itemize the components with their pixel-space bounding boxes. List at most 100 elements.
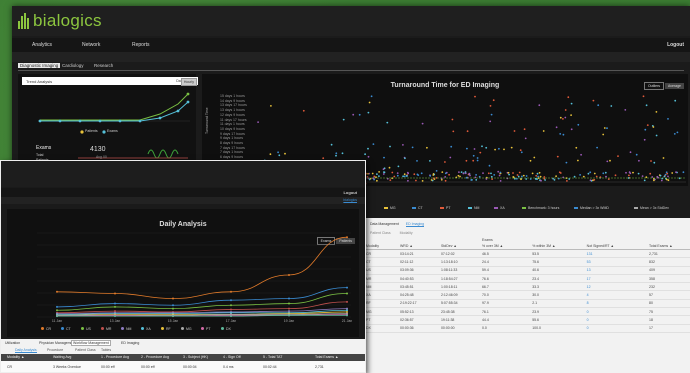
brand-logo[interactable]: bialogics xyxy=(18,11,102,31)
outlier-point xyxy=(512,172,514,174)
legend-swatch xyxy=(440,207,444,209)
table-filters: Patient Class Modality xyxy=(370,231,421,235)
legend-item[interactable]: CT xyxy=(418,206,423,210)
column-header[interactable]: 2 - Procedure Avg xyxy=(141,355,169,359)
column-header[interactable]: 4 - Sign Off xyxy=(223,355,241,359)
nav-network[interactable]: Network xyxy=(82,42,100,48)
table-cell[interactable]: 0 xyxy=(584,315,648,325)
tab-utilization[interactable]: Utilization xyxy=(5,341,20,345)
outlier-point xyxy=(536,172,539,175)
outlier-point xyxy=(544,179,546,181)
table-cell[interactable]: 0 xyxy=(584,307,648,317)
table-row[interactable]: MR 04:40:53 1:18:54:27 76.6 23.4 17 358 xyxy=(364,274,690,284)
table-cell[interactable]: 53 xyxy=(584,257,648,267)
table-cell: 76.1 xyxy=(479,307,531,317)
table-cell[interactable]: 8 xyxy=(584,299,648,309)
table-cell[interactable]: 131 xyxy=(584,249,648,259)
outlier-point xyxy=(671,172,674,174)
table-cell: 00:00:04 xyxy=(183,365,197,369)
outlier-point xyxy=(474,95,476,98)
table-row[interactable]: CT 02:11:12 1:13:18:10 24.4 75.6 53 832 xyxy=(364,257,690,267)
table-cell[interactable]: 12 xyxy=(584,282,648,292)
outlier-point xyxy=(487,172,490,175)
legend-item[interactable]: RF xyxy=(166,327,171,331)
legend-item[interactable]: US xyxy=(86,327,91,331)
subtab-tables[interactable]: Tables xyxy=(101,348,111,352)
tab-physician-management[interactable]: Physician Management xyxy=(39,341,75,345)
legend-item[interactable]: MG xyxy=(186,327,192,331)
outlier-point xyxy=(449,156,452,159)
column-header[interactable]: Waiting Avg xyxy=(53,355,71,359)
column-header[interactable]: Modality ▲ xyxy=(7,355,24,359)
legend-item[interactable]: XA xyxy=(500,206,505,210)
table-row[interactable]: CR 3 Weeks Overdue 00:00 eff 00:00 eff 00:00… xyxy=(1,361,365,372)
table-row[interactable]: NM 03:45:51 1:00:18:11 66.7 33.3 12 232 xyxy=(364,282,690,292)
legend-item[interactable]: XA xyxy=(146,327,151,331)
table-cell[interactable]: 17 xyxy=(584,274,648,284)
legend-item[interactable]: NM xyxy=(126,327,131,331)
nav-analytics[interactable]: Analytics xyxy=(32,42,52,48)
outlier-point xyxy=(542,130,545,132)
tab-diagnostic-imaging[interactable]: Diagnostic Imaging xyxy=(18,63,61,68)
table-cell: 23:45:38 xyxy=(438,307,480,317)
outlier-point xyxy=(416,160,418,162)
outlier-point xyxy=(667,118,669,120)
subtab-procedure[interactable]: Procedure xyxy=(47,348,63,352)
table-cell: 1:13:18:10 xyxy=(438,257,480,267)
legend-item[interactable]: MG xyxy=(390,206,396,210)
tab-data-management[interactable]: Data Management xyxy=(370,222,399,226)
legend-item[interactable]: PT xyxy=(446,206,450,210)
row-total: Total xyxy=(36,153,44,157)
table-row[interactable]: US 03:09:36 1:08:11:33 59.4 40.6 13 409 xyxy=(364,266,690,275)
table-row[interactable]: CR 03:14:21 07:12:02 46.5 53.5 131 2,731 xyxy=(364,249,690,259)
outlier-point xyxy=(473,148,476,150)
outlier-point xyxy=(543,176,546,178)
column-header[interactable]: 3 - Subject (HK) xyxy=(183,355,208,359)
column-header[interactable]: 5 - Total TAT xyxy=(263,355,282,359)
legend-item[interactable]: CT xyxy=(66,327,71,331)
legend-item[interactable]: MR xyxy=(106,327,111,331)
legend-item[interactable]: PT xyxy=(206,327,210,331)
tab-ed-imaging[interactable]: ED Imaging xyxy=(121,341,139,345)
legend-item[interactable]: Mean > 3x StdDev xyxy=(640,206,669,210)
column-header[interactable]: 1 - Procedure Avg xyxy=(101,355,129,359)
legend-item[interactable]: CR xyxy=(46,327,51,331)
outlier-point xyxy=(466,130,469,133)
table-row[interactable]: XA 04:25:48 2:12:46:09 70.0 30.0 4 57 xyxy=(364,290,690,300)
logout-link[interactable]: Logout xyxy=(667,42,684,48)
outlier-point xyxy=(388,166,391,169)
table-cell: 1:18:54:27 xyxy=(438,274,480,284)
filter-modality[interactable]: Modality xyxy=(400,231,413,235)
table-cell[interactable]: 0 xyxy=(584,324,648,333)
legend-item[interactable]: Benchmark: 3 hours xyxy=(528,206,559,210)
outlier-point xyxy=(460,171,463,173)
table-row[interactable]: RF 2:19:22:17 5:07:55:34 97.9 2.1 8 80 xyxy=(364,299,690,309)
front-logout-link[interactable]: Logout xyxy=(343,190,357,195)
filter-patient-class[interactable]: Patient Class xyxy=(370,231,391,235)
tab-research[interactable]: Research xyxy=(92,63,115,68)
outlier-point xyxy=(278,154,281,157)
table-cell[interactable]: 4 xyxy=(584,290,648,300)
legend-item[interactable]: DX xyxy=(226,327,231,331)
legend-item[interactable]: NM xyxy=(474,206,479,210)
outlier-point xyxy=(358,113,361,116)
table-cell: 00:00 eff xyxy=(101,365,115,369)
outlier-point xyxy=(533,156,536,159)
outlier-point xyxy=(559,133,562,135)
tab-ed-imaging[interactable]: ED Imaging xyxy=(405,222,425,227)
legend-item[interactable]: Median > 3x WMD xyxy=(580,206,609,210)
column-header[interactable]: Total Exams ▲ xyxy=(315,355,339,359)
subtab-patient-class[interactable]: Patient Class xyxy=(75,348,96,352)
table-row[interactable]: DX 00:00:36 00:00:00 0.0 100.0 0 17 xyxy=(364,324,690,333)
nav-reports[interactable]: Reports xyxy=(132,42,150,48)
table-cell: 44.4 xyxy=(479,315,531,325)
tab-workflow-management[interactable]: Workflow Management xyxy=(71,340,111,346)
table-row[interactable]: PT 02:36:57 19:11:38 44.4 55.6 0 18 xyxy=(364,315,690,325)
table-row[interactable]: MG 05:52:13 23:45:38 76.1 23.9 0 75 xyxy=(364,307,690,317)
table-cell[interactable]: 13 xyxy=(584,266,648,275)
series-point xyxy=(230,290,232,293)
legend-swatch xyxy=(121,327,124,330)
front-user-link[interactable]: bialogics xyxy=(343,198,357,202)
tab-cardiology[interactable]: Cardiology xyxy=(60,63,86,68)
subtab-daily-analysis[interactable]: Daily Analysis xyxy=(15,348,37,353)
